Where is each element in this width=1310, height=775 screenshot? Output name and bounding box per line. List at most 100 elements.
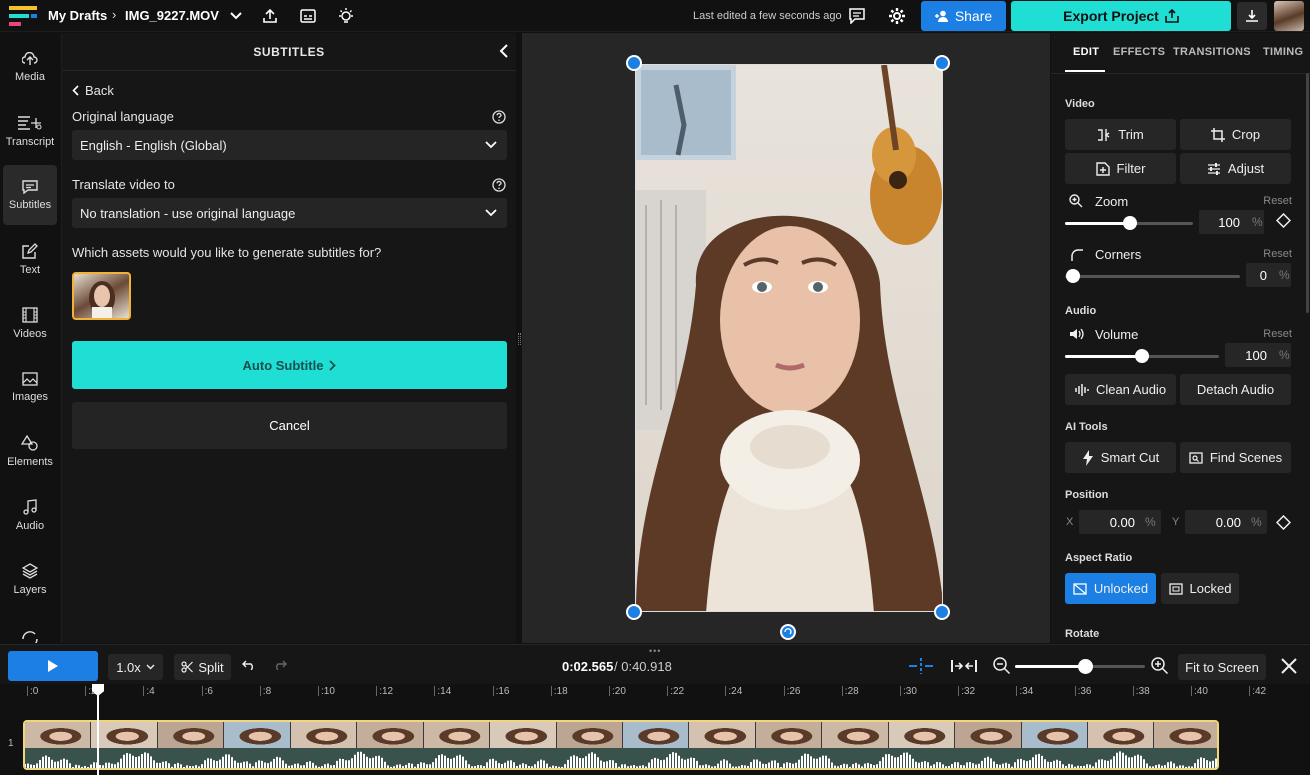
video-clip[interactable]: [23, 720, 1219, 770]
rotate-handle-icon[interactable]: [780, 624, 796, 640]
split-button[interactable]: Split: [174, 654, 231, 680]
collapse-panel-icon[interactable]: [499, 44, 509, 58]
locked-button[interactable]: Locked: [1161, 573, 1239, 604]
close-timeline-icon[interactable]: [1281, 658, 1297, 674]
text-edit-icon: [22, 242, 38, 259]
shapes-icon: [21, 434, 38, 451]
filter-button[interactable]: Filter: [1065, 153, 1176, 184]
top-bar: My Drafts › IMG_9227.MOV Last edited a f…: [0, 0, 1310, 32]
clip-frame: [888, 722, 956, 748]
timeline-zoom-knob[interactable]: [1078, 659, 1093, 674]
smart-cut-button[interactable]: Smart Cut: [1065, 442, 1176, 473]
resize-handle-bottom-left[interactable]: [626, 604, 642, 620]
adjust-button[interactable]: Adjust: [1180, 153, 1291, 184]
resize-handle-top-left[interactable]: [626, 55, 642, 71]
scissors-icon: [181, 661, 194, 673]
upload-icon[interactable]: [259, 5, 281, 27]
asset-thumbnail[interactable]: [72, 272, 131, 320]
original-language-label: Original language: [72, 109, 174, 124]
audio-section-title: Audio: [1065, 305, 1097, 317]
unlocked-button[interactable]: Unlocked: [1065, 573, 1156, 604]
crop-button[interactable]: Crop: [1180, 119, 1291, 150]
rail-item-subtitles[interactable]: Subtitles: [3, 165, 57, 225]
rail-item-media[interactable]: Media: [3, 37, 57, 97]
gear-icon[interactable]: [886, 5, 908, 27]
captions-icon[interactable]: [297, 5, 319, 27]
chevron-left-icon: [72, 85, 79, 96]
keyframe-diamond-icon[interactable]: [1276, 213, 1291, 228]
snap-icon[interactable]: [907, 658, 935, 674]
tab-effects[interactable]: EFFECTS: [1113, 46, 1165, 58]
clean-audio-button[interactable]: Clean Audio: [1065, 374, 1176, 405]
track-number: 1: [8, 738, 14, 749]
share-button[interactable]: Share: [921, 1, 1006, 31]
rail-item-audio[interactable]: Audio: [3, 485, 57, 545]
translate-select[interactable]: No translation - use original language: [72, 198, 507, 228]
tab-timing[interactable]: TIMING: [1263, 46, 1303, 58]
find-scenes-label: Find Scenes: [1209, 450, 1283, 465]
fit-timeline-icon[interactable]: [950, 658, 978, 674]
crop-label: Crop: [1231, 127, 1261, 142]
zoom-icon: [1069, 194, 1083, 208]
find-scenes-button[interactable]: Find Scenes: [1180, 442, 1291, 473]
zoom-value: 100: [1218, 214, 1240, 230]
rail-item-transcript[interactable]: Transcript: [3, 101, 57, 161]
trim-button[interactable]: Trim: [1065, 119, 1176, 150]
redo-icon[interactable]: [273, 660, 287, 670]
speed-select[interactable]: 1.0x: [108, 654, 163, 680]
fit-to-screen-button[interactable]: Fit to Screen: [1178, 654, 1266, 680]
tab-transitions[interactable]: TRANSITIONS: [1173, 46, 1251, 58]
timeline-ruler[interactable]: :0:2:4:6:8:10:12:14:16:18:20:22:24:26:28…: [0, 684, 1310, 706]
auto-subtitle-button[interactable]: Auto Subtitle: [72, 341, 507, 389]
tab-edit[interactable]: EDIT: [1073, 46, 1099, 58]
zoom-out-icon[interactable]: [993, 657, 1011, 675]
file-name[interactable]: IMG_9227.MOV: [125, 8, 219, 23]
download-button[interactable]: [1237, 2, 1267, 30]
zoom-slider-knob[interactable]: [1123, 216, 1137, 230]
image-icon: [22, 371, 38, 386]
volume-value: 100: [1245, 347, 1267, 363]
detach-audio-button[interactable]: Detach Audio: [1180, 374, 1291, 405]
keyframe-diamond-icon[interactable]: [1276, 515, 1291, 530]
back-label: Back: [85, 83, 114, 98]
resize-handle-top-right[interactable]: [934, 55, 950, 71]
comments-icon[interactable]: [846, 5, 868, 27]
rail-item-layers[interactable]: Layers: [3, 549, 57, 609]
export-project-button[interactable]: Export Project: [1011, 1, 1231, 31]
corners-slider-knob[interactable]: [1066, 269, 1080, 283]
rail-item-text[interactable]: Text: [3, 229, 57, 289]
fit-to-screen-label: Fit to Screen: [1185, 659, 1259, 675]
help-icon[interactable]: [492, 110, 506, 124]
rail-item-images[interactable]: Images: [3, 357, 57, 417]
cancel-button[interactable]: Cancel: [72, 402, 507, 449]
corners-reset-link[interactable]: Reset: [1263, 248, 1292, 260]
resize-handle-bottom-right[interactable]: [934, 604, 950, 620]
loop-icon[interactable]: [20, 629, 40, 643]
undo-icon[interactable]: [242, 660, 256, 670]
rail-label-elements: Elements: [7, 455, 53, 468]
chevron-down-icon[interactable]: [225, 5, 247, 27]
back-link[interactable]: Back: [72, 83, 114, 98]
breadcrumb-root[interactable]: My Drafts: [48, 8, 107, 23]
clip-frame: [822, 722, 889, 748]
help-icon[interactable]: [492, 178, 506, 192]
panel-scrollbar[interactable]: [1306, 73, 1309, 313]
playhead[interactable]: [92, 684, 104, 775]
corners-slider-track[interactable]: [1065, 275, 1240, 278]
lightbulb-icon[interactable]: [335, 5, 357, 27]
video-preview[interactable]: [635, 64, 943, 612]
rail-item-videos[interactable]: Videos: [3, 293, 57, 353]
rail-item-elements[interactable]: Elements: [3, 421, 57, 481]
timeline-resize-grip[interactable]: •••: [649, 646, 661, 656]
clip-frame: [755, 722, 823, 748]
app-logo-icon[interactable]: [9, 6, 37, 26]
play-button[interactable]: [8, 651, 98, 681]
volume-reset-link[interactable]: Reset: [1263, 328, 1292, 340]
share-label: Share: [954, 8, 993, 24]
user-avatar[interactable]: [1274, 1, 1304, 31]
zoom-in-icon[interactable]: [1151, 657, 1169, 675]
volume-slider-knob[interactable]: [1135, 349, 1149, 363]
zoom-reset-link[interactable]: Reset: [1263, 195, 1292, 207]
original-language-select[interactable]: English - English (Global): [72, 130, 507, 160]
panel-resize-handle[interactable]: [518, 333, 521, 345]
